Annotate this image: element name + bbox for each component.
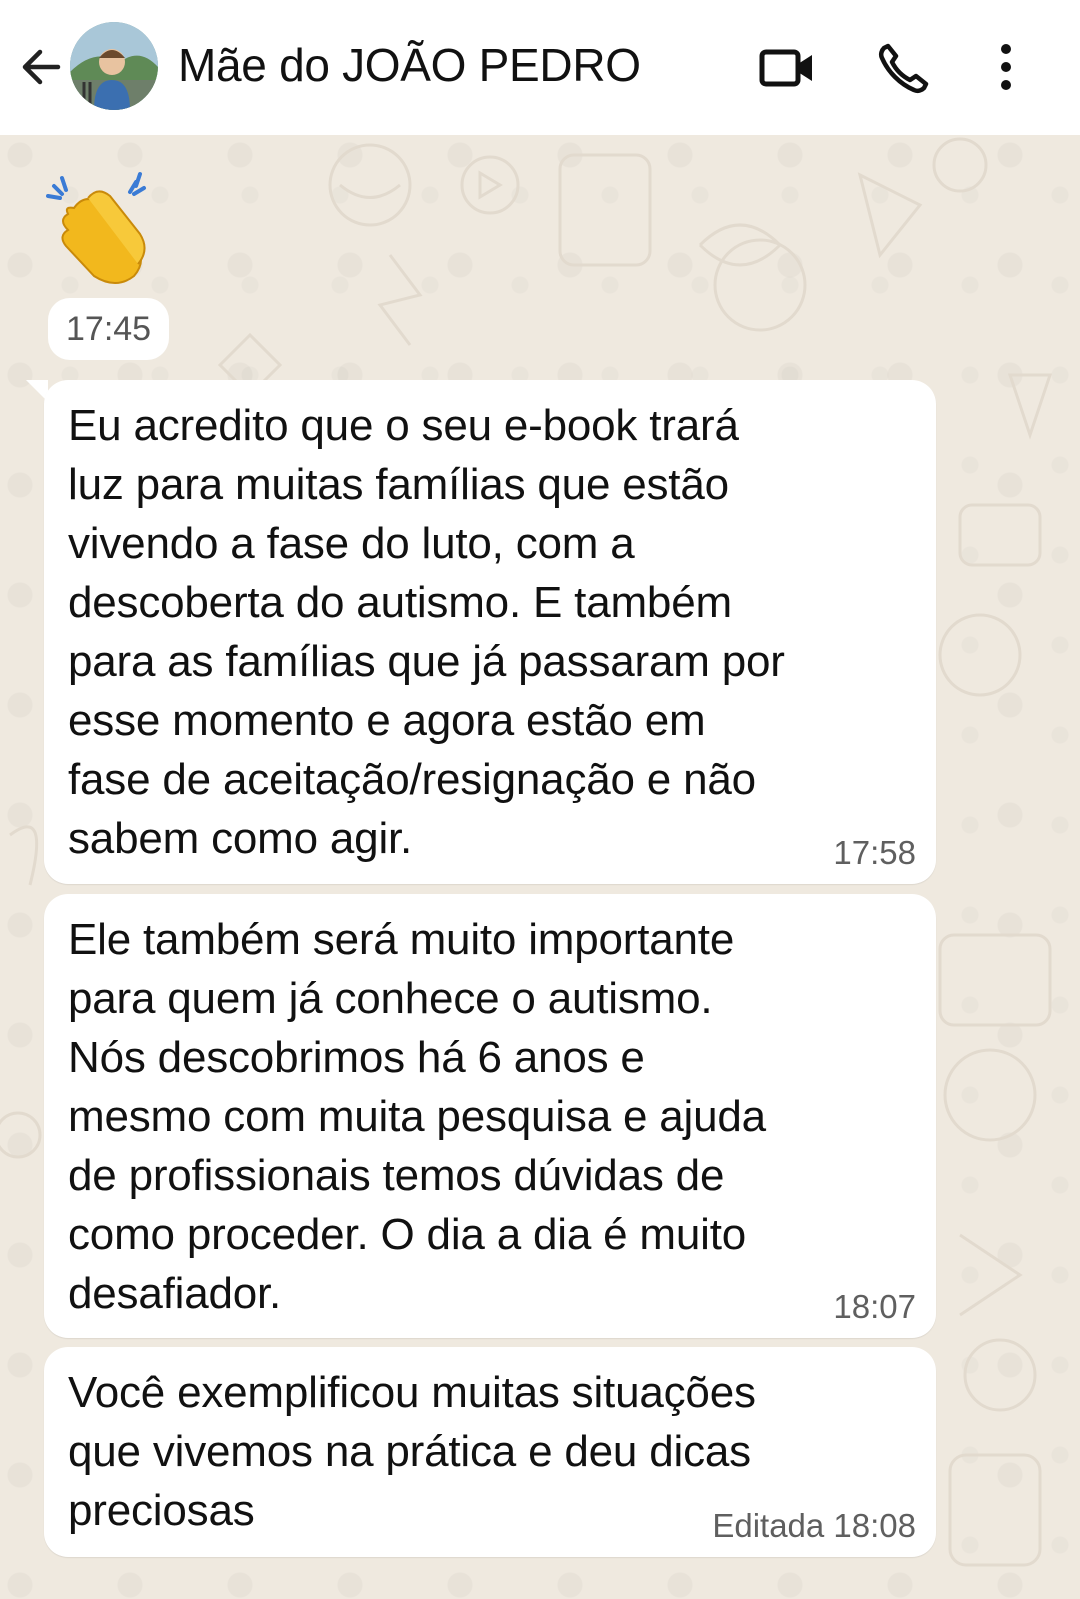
phone-icon[interactable] (874, 40, 934, 96)
message-bubble[interactable]: Eu acredito que o seu e-book trará luz p… (44, 380, 936, 884)
video-call-icon[interactable] (758, 40, 818, 96)
message-timestamp: 17:45 (48, 298, 170, 360)
more-options-icon[interactable] (978, 40, 1034, 96)
message-bubble[interactable]: Você exemplificou muitas situações que v… (44, 1347, 936, 1557)
message-time: 18:07 (833, 1288, 916, 1325)
contact-avatar[interactable] (70, 22, 158, 110)
message-time: 17:58 (833, 834, 916, 871)
message-bubble[interactable]: Ele também será muito importante para qu… (44, 894, 936, 1338)
message-text: Eu acredito que o seu e-book trará luz p… (68, 401, 785, 863)
clapping-hands-emoji (44, 168, 164, 288)
contact-name[interactable]: Mãe do JOÃO PEDRO (178, 38, 641, 92)
back-arrow-icon[interactable] (18, 42, 68, 92)
message-text: Ele também será muito importante para qu… (68, 915, 766, 1318)
chat-header: Mãe do JOÃO PEDRO (0, 0, 1080, 135)
message-time: Editada 18:08 (712, 1507, 916, 1544)
